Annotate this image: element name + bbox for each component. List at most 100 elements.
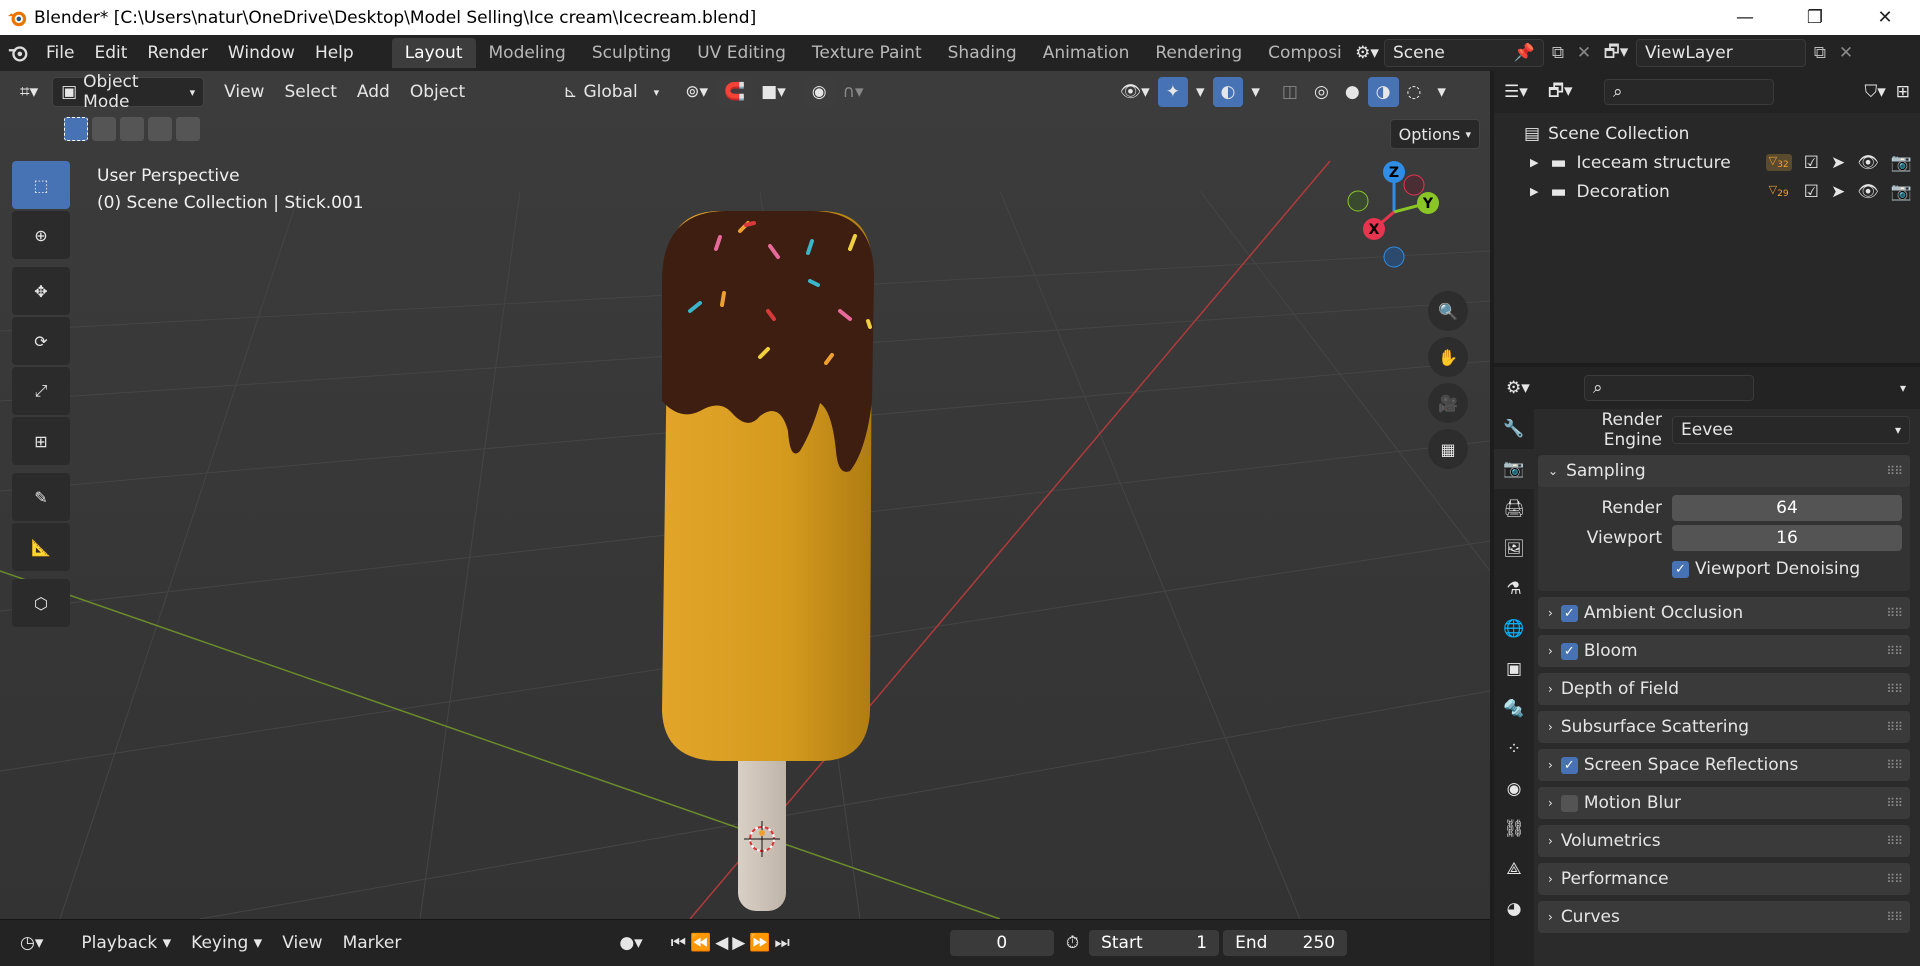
scene-tab-icon[interactable]: ⚗: [1494, 569, 1534, 609]
falloff-button[interactable]: ∩▾: [835, 77, 872, 107]
rotate-tool-icon[interactable]: ⟳: [12, 317, 70, 365]
jump-start-icon[interactable]: ⏮: [671, 933, 686, 953]
display-mode-button[interactable]: 🗗▾: [1548, 78, 1598, 107]
drag-handle-icon[interactable]: ⠿⠿: [1886, 758, 1903, 772]
current-frame-field[interactable]: 0: [949, 930, 1054, 956]
overlay-dropdown[interactable]: ▾: [1243, 77, 1268, 107]
move-tool-icon[interactable]: ✥: [12, 267, 70, 315]
properties-editor-type-button[interactable]: ⚙▾: [1506, 378, 1556, 398]
timeline-menu-keying[interactable]: Keying ▾: [181, 925, 272, 961]
scene-icon[interactable]: ⚙▾: [1350, 43, 1384, 63]
checkbox-icon[interactable]: [1560, 794, 1578, 812]
tab-animation[interactable]: Animation: [1030, 38, 1143, 68]
delete-scene-icon[interactable]: ✕: [1572, 43, 1596, 63]
scale-tool-icon[interactable]: ⤢: [12, 367, 70, 415]
object-tab-icon[interactable]: ▣: [1494, 649, 1534, 689]
outliner-editor-type-button[interactable]: ☰▾: [1504, 82, 1548, 102]
viewport-menu-object[interactable]: Object: [400, 74, 475, 110]
transform-tool-icon[interactable]: ⊞: [12, 417, 70, 465]
restore-button[interactable]: ❐: [1780, 0, 1850, 35]
gizmo-dropdown[interactable]: ▾: [1188, 77, 1213, 107]
drag-handle-icon[interactable]: ⠿⠿: [1886, 872, 1903, 886]
viewlayer-field[interactable]: ViewLayer: [1636, 39, 1806, 67]
viewport-menu-select[interactable]: Select: [274, 74, 346, 110]
expand-arrow-icon[interactable]: ▶: [1530, 156, 1538, 169]
jump-keyframe-back-icon[interactable]: ⏪: [690, 933, 711, 953]
checkbox-icon[interactable]: ☑: [1804, 153, 1819, 173]
render-samples-field[interactable]: 64: [1672, 495, 1902, 521]
pivot-point-button[interactable]: ⊚▾: [677, 77, 716, 107]
measure-tool-icon[interactable]: 📐: [12, 523, 70, 571]
panel-ambient-occlusion[interactable]: › ✓ Ambient Occlusion ⠿⠿: [1538, 597, 1910, 629]
start-frame-field[interactable]: Start 1: [1089, 930, 1220, 956]
checkbox-icon[interactable]: ☑: [1804, 182, 1819, 202]
view-layer-tab-icon[interactable]: 🖼: [1494, 529, 1534, 569]
jump-keyframe-forward-icon[interactable]: ⏩: [749, 933, 770, 953]
stopwatch-icon[interactable]: ⏱: [1066, 933, 1079, 953]
play-icon[interactable]: ▶: [732, 933, 745, 953]
panel-screen-space-reflections[interactable]: › ✓ Screen Space Reflections ⠿⠿: [1538, 749, 1910, 781]
tab-shading[interactable]: Shading: [935, 38, 1030, 68]
3d-viewport[interactable]: ⌗▾ ▣ Object Mode ▾ View Select Add Objec…: [0, 71, 1490, 919]
expand-arrow-icon[interactable]: ▶: [1530, 185, 1538, 198]
checkbox-icon[interactable]: ✓: [1560, 642, 1578, 660]
chevron-down-icon[interactable]: ▾: [1900, 381, 1906, 395]
selectable-arrow-icon[interactable]: ➤: [1831, 153, 1845, 173]
viewlayer-icon[interactable]: 🗗▾: [1596, 39, 1636, 68]
pan-hand-icon[interactable]: ✋: [1428, 337, 1468, 377]
menu-help[interactable]: Help: [305, 35, 364, 71]
drag-handle-icon[interactable]: ⠿⠿: [1886, 682, 1903, 696]
material-tab-icon[interactable]: ◕: [1494, 889, 1534, 929]
render-tab-icon[interactable]: 📷: [1494, 449, 1534, 489]
ortho-toggle-icon[interactable]: ▦: [1428, 429, 1468, 469]
denoise-checkbox[interactable]: ✓: [1672, 560, 1689, 578]
outliner-item[interactable]: ▶ ▬ Iceceam structure ▽32 ☑ ➤ 👁 📷: [1494, 148, 1920, 177]
tab-compositing[interactable]: Compositing: [1255, 38, 1342, 68]
options-dropdown[interactable]: Options ▾: [1389, 119, 1480, 149]
panel-depth-of-field[interactable]: › Depth of Field ⠿⠿: [1538, 673, 1910, 705]
blender-menu-icon[interactable]: [0, 35, 36, 71]
timeline-editor-type-button[interactable]: ◷▾: [12, 928, 51, 958]
select-difference-icon[interactable]: [148, 117, 172, 141]
camera-icon[interactable]: 📷: [1891, 182, 1912, 202]
snap-toggle[interactable]: 🧲: [715, 77, 754, 107]
select-subtract-icon[interactable]: [120, 117, 144, 141]
drag-handle-icon[interactable]: ⠿⠿: [1886, 720, 1903, 734]
new-collection-icon[interactable]: ⊞: [1896, 82, 1910, 102]
tool-tab-icon[interactable]: 🔧: [1494, 409, 1534, 449]
physics-tab-icon[interactable]: ◉: [1494, 769, 1534, 809]
panel-curves[interactable]: › Curves ⠿⠿: [1538, 901, 1910, 933]
constraints-tab-icon[interactable]: ⛓: [1494, 809, 1534, 849]
menu-edit[interactable]: Edit: [84, 35, 137, 71]
menu-window[interactable]: Window: [218, 35, 305, 71]
drag-handle-icon[interactable]: ⠿⠿: [1886, 464, 1903, 478]
record-icon[interactable]: ●▾: [611, 928, 650, 958]
solid-shading[interactable]: ●: [1337, 77, 1368, 107]
tab-uv-editing[interactable]: UV Editing: [684, 38, 799, 68]
jump-end-icon[interactable]: ⏭: [775, 933, 790, 953]
checkbox-icon[interactable]: ✓: [1560, 604, 1578, 622]
overlay-toggle[interactable]: ◐: [1212, 77, 1244, 107]
menu-render[interactable]: Render: [137, 35, 218, 71]
new-viewlayer-icon[interactable]: ⧉: [1806, 43, 1834, 63]
visibility-button[interactable]: 👁▾: [1112, 77, 1158, 107]
tab-texture-paint[interactable]: Texture Paint: [799, 38, 935, 68]
orientation-selector[interactable]: ⊾ Global ▾: [555, 77, 667, 107]
viewport-menu-add[interactable]: Add: [347, 74, 400, 110]
denoise-row[interactable]: ✓ Viewport Denoising: [1538, 553, 1910, 585]
tab-modeling[interactable]: Modeling: [476, 38, 579, 68]
panel-performance[interactable]: › Performance ⠿⠿: [1538, 863, 1910, 895]
snap-target-button[interactable]: ■▾: [753, 77, 794, 107]
drag-handle-icon[interactable]: ⠿⠿: [1886, 910, 1903, 924]
output-tab-icon[interactable]: 🖨: [1494, 489, 1534, 529]
modifier-tab-icon[interactable]: 🔩: [1494, 689, 1534, 729]
viewport-samples-field[interactable]: 16: [1672, 525, 1902, 551]
sampling-panel-header[interactable]: ⌄ Sampling ⠿⠿: [1538, 455, 1910, 487]
gizmo-toggle[interactable]: ✦: [1157, 77, 1188, 107]
select-box-tool-icon[interactable]: ⬚: [12, 161, 70, 209]
outliner-root[interactable]: ▤ Scene Collection: [1494, 119, 1920, 148]
select-extend-icon[interactable]: [92, 117, 116, 141]
drag-handle-icon[interactable]: ⠿⠿: [1886, 644, 1903, 658]
rendered-shading[interactable]: ◌: [1399, 77, 1430, 107]
tab-layout[interactable]: Layout: [391, 38, 476, 68]
